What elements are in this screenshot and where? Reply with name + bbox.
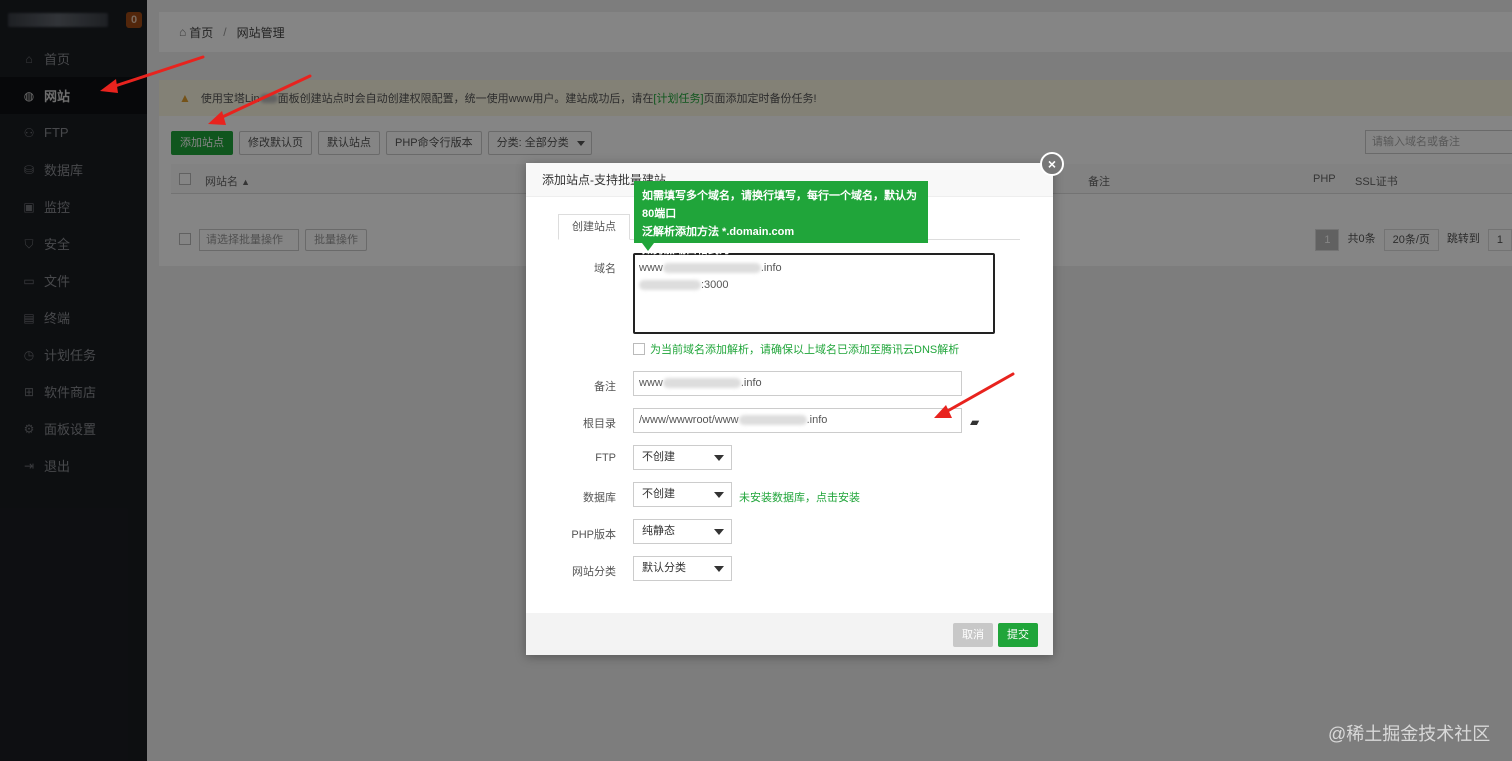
php-version-label: PHP版本 [571,529,616,541]
ftp-select-value: 不创建 [642,451,675,463]
database-select-value: 不创建 [642,488,675,500]
blurred-text [738,415,807,426]
chevron-down-icon [714,455,724,461]
database-select[interactable]: 不创建 [633,482,732,507]
site-category-label: 网站分类 [572,566,616,578]
root-dir-label: 根目录 [583,418,616,430]
domain-line2-post: :3000 [701,279,729,291]
ftp-label: FTP [595,452,616,464]
blurred-text [639,280,701,291]
remark-input[interactable]: www .info [633,371,962,396]
watermark: @稀土掘金技术社区 [1328,724,1491,744]
domain-label: 域名 [594,263,616,275]
blurred-text [662,378,741,389]
site-category-select[interactable]: 默认分类 [633,556,732,581]
dns-text: 为当前域名添加解析，请确保以上域名已添加至腾讯云DNS解析 [650,344,960,356]
ftp-select[interactable]: 不创建 [633,445,732,470]
cancel-button[interactable]: 取消 [953,623,993,647]
root-dir-input[interactable]: /www/wwwroot/www .info [633,408,962,433]
dns-resolve-option[interactable]: 为当前域名添加解析，请确保以上域名已添加至腾讯云DNS解析 [633,341,959,357]
site-category-value: 默认分类 [642,562,686,574]
submit-button[interactable]: 提交 [998,623,1038,647]
chevron-down-icon [714,566,724,572]
database-label: 数据库 [583,492,616,504]
domain-line1-post: .info [760,262,782,274]
php-version-value: 纯静态 [642,525,675,537]
install-database-link[interactable]: 未安装数据库，点击安装 [739,489,860,505]
domain-line1-pre: www [639,262,663,274]
chevron-down-icon [714,492,724,498]
domain-textarea[interactable]: www .info :3000 [633,253,995,334]
dns-checkbox[interactable] [633,343,645,355]
blurred-text [662,263,761,274]
root-pre: /www/wwwroot/www [639,414,739,426]
root-post: .info [806,414,828,426]
remark-post: .info [740,377,762,389]
tooltip-line: 如另加端口格式为 www.domain.com:88 [642,244,843,256]
tooltip-line: 泛解析添加方法 *.domain.com [642,226,795,238]
folder-open-icon[interactable]: ▰ [970,415,979,429]
tooltip-line: 如需填写多个域名，请换行填写，每行一个域名，默认为80端口 [642,190,917,220]
dialog-footer: 取消 提交 [526,613,1053,655]
remark-pre: www [639,377,663,389]
php-version-select[interactable]: 纯静态 [633,519,732,544]
close-icon[interactable]: × [1040,152,1064,176]
tab-create-site[interactable]: 创建站点 [558,214,630,240]
chevron-down-icon [714,529,724,535]
domain-tooltip: 如需填写多个域名，请换行填写，每行一个域名，默认为80端口 泛解析添加方法 *.… [634,181,928,256]
remark-label: 备注 [594,381,616,393]
